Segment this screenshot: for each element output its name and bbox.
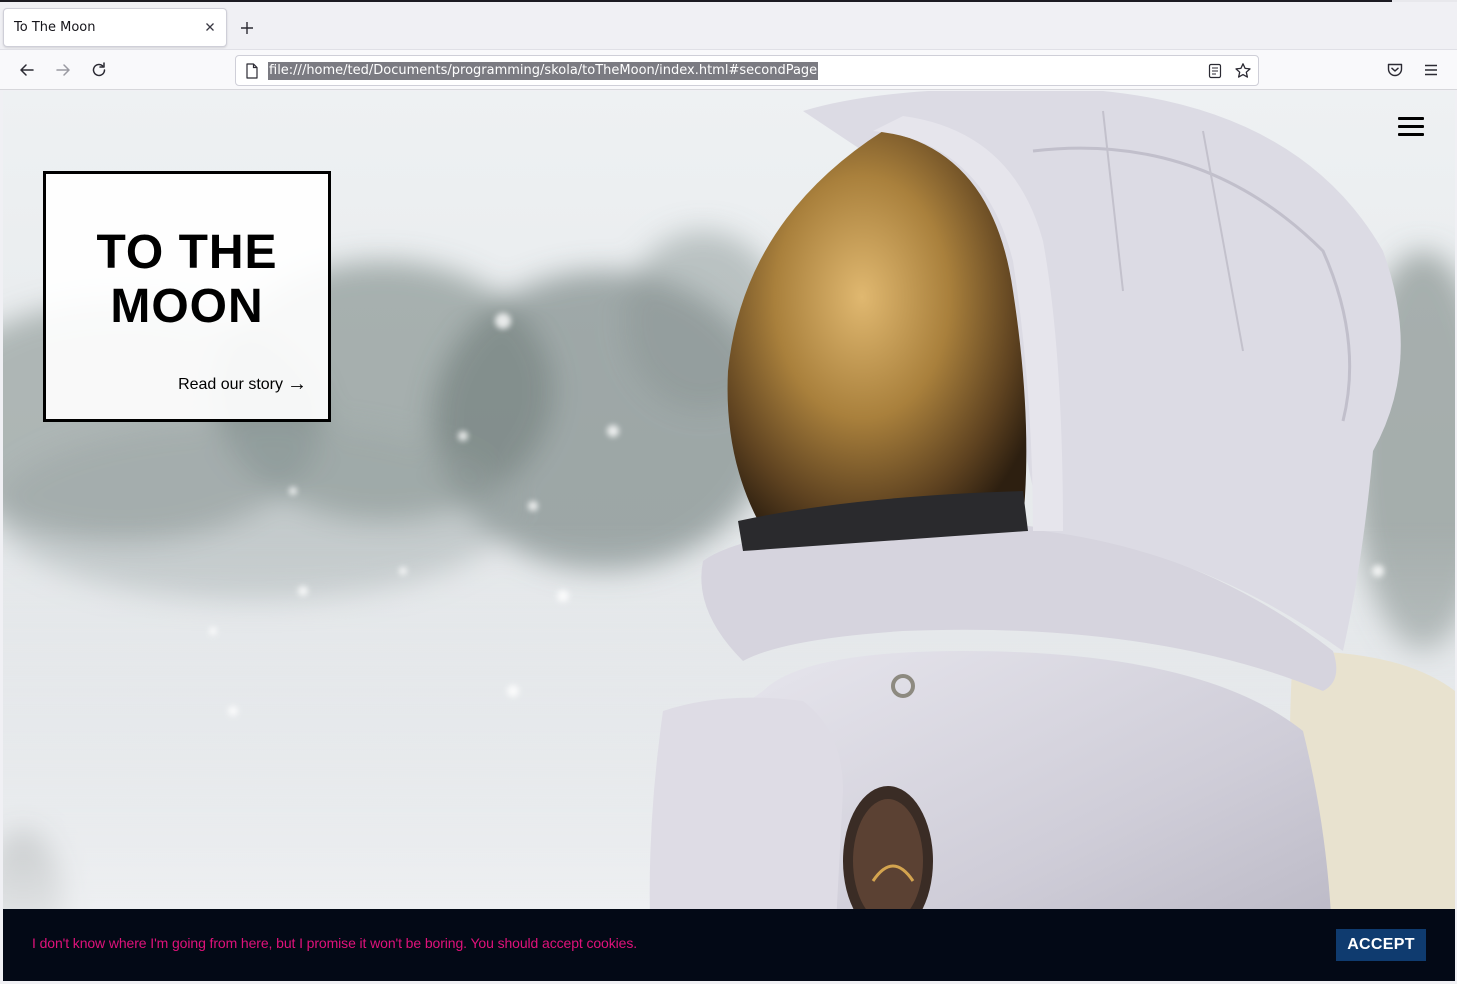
story-link-label: Read our story xyxy=(178,376,283,393)
reload-icon[interactable] xyxy=(89,60,109,80)
read-our-story-link[interactable]: Read our story → xyxy=(178,373,307,396)
address-bar[interactable]: file:///home/ted/Documents/programming/s… xyxy=(235,55,1259,86)
browser-window: To The Moon file:///home/ted/Documents/p… xyxy=(0,0,1457,984)
navigation-toolbar: file:///home/ted/Documents/programming/s… xyxy=(0,49,1457,90)
star-icon[interactable] xyxy=(1234,62,1252,80)
hamburger-menu-icon[interactable] xyxy=(1398,117,1426,137)
pocket-icon[interactable] xyxy=(1385,60,1405,80)
back-arrow-icon[interactable] xyxy=(17,60,37,80)
accept-cookies-button[interactable]: ACCEPT xyxy=(1336,929,1426,961)
page-viewport: TO THE MOON Read our story → I don't know… xyxy=(3,91,1455,981)
tab-title: To The Moon xyxy=(14,20,96,35)
app-menu-icon[interactable] xyxy=(1421,60,1441,80)
page-title: TO THE MOON xyxy=(96,226,278,333)
hero-section: TO THE MOON Read our story → I don't know… xyxy=(3,91,1455,981)
cookie-message: I don't know where I'm going from here, … xyxy=(32,935,638,951)
plus-icon[interactable] xyxy=(237,18,257,38)
right-arrow-icon: → xyxy=(287,373,307,395)
close-icon[interactable] xyxy=(202,19,218,35)
cookie-banner: I don't know where I'm going from here, … xyxy=(3,909,1455,981)
reader-view-icon[interactable] xyxy=(1207,63,1223,79)
title-card: TO THE MOON Read our story → xyxy=(43,171,331,422)
page-icon xyxy=(246,63,258,79)
forward-arrow-icon[interactable] xyxy=(53,60,73,80)
url-text[interactable]: file:///home/ted/Documents/programming/s… xyxy=(268,62,819,80)
tab-strip: To The Moon xyxy=(0,2,1457,49)
tab-to-the-moon[interactable]: To The Moon xyxy=(3,8,227,47)
